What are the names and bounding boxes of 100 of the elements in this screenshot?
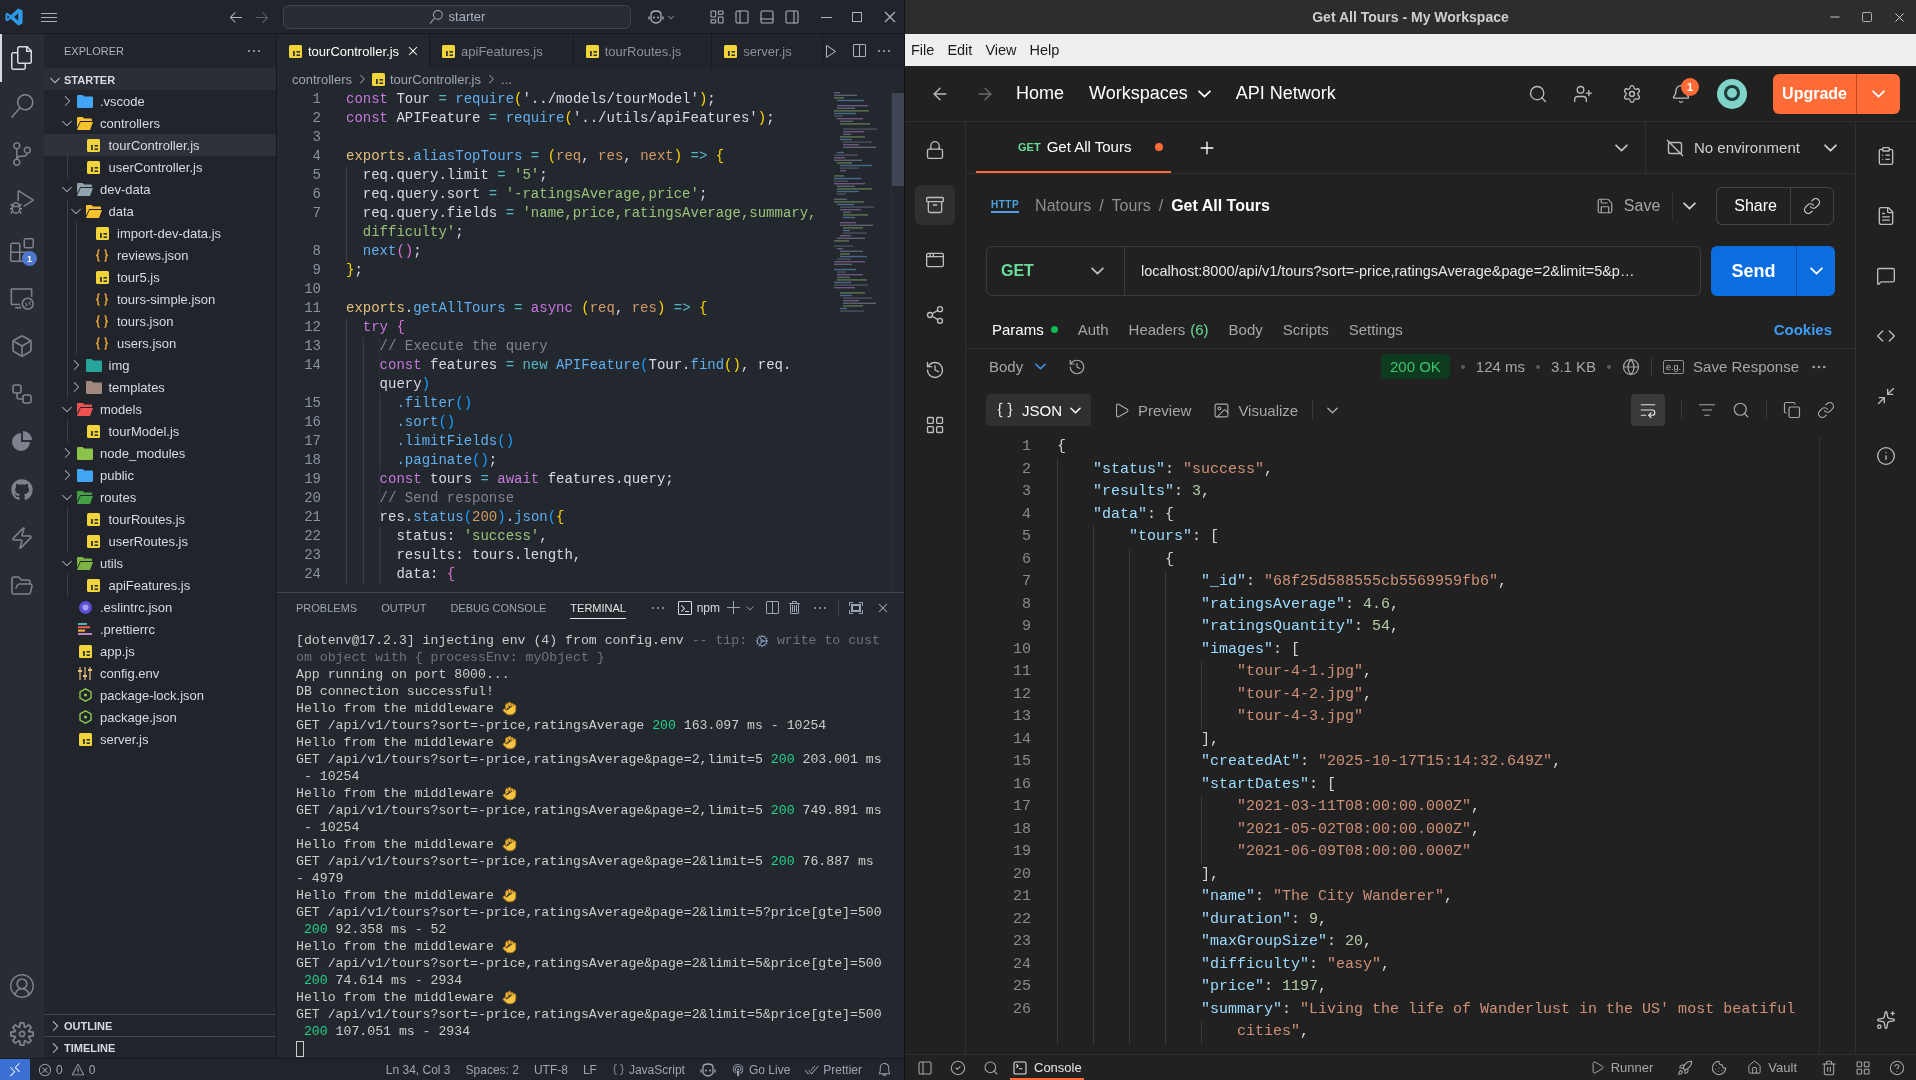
- nav-link[interactable]: API Network: [1235, 83, 1336, 104]
- save-button[interactable]: Save: [1595, 197, 1673, 215]
- tree-item[interactable]: .eslintrc.json: [44, 596, 276, 618]
- avatar-icon[interactable]: [1717, 78, 1748, 109]
- invite-user-icon[interactable]: [1573, 83, 1594, 104]
- robot-face-icon[interactable]: [699, 1062, 716, 1077]
- tree-item[interactable]: models: [44, 398, 276, 420]
- cookie-icon[interactable]: [1711, 1059, 1728, 1076]
- maximize-icon[interactable]: [1861, 11, 1873, 23]
- remote-monitor-icon[interactable]: [10, 286, 34, 310]
- panel-tab[interactable]: PROBLEMS: [296, 597, 358, 619]
- search-field[interactable]: starter: [283, 4, 631, 29]
- connected-squares-icon[interactable]: [10, 382, 34, 406]
- logo-icon[interactable]: [5, 7, 23, 26]
- status-item[interactable]: LF: [582, 1062, 597, 1077]
- menu-item[interactable]: Help: [1029, 42, 1060, 58]
- sidebar-toggle-icon[interactable]: [917, 1059, 933, 1076]
- panel-tab[interactable]: OUTPUT: [381, 597, 427, 619]
- search-icon[interactable]: [10, 94, 34, 118]
- document-icon[interactable]: [1876, 206, 1896, 226]
- tree-item[interactable]: public: [44, 464, 276, 486]
- sidebar-button[interactable]: [915, 185, 955, 225]
- pie-icon[interactable]: [10, 430, 34, 454]
- nav-link[interactable]: Workspaces: [1089, 83, 1211, 104]
- tree-item[interactable]: routes: [44, 486, 276, 508]
- editor-tab[interactable]: server.js: [712, 34, 823, 68]
- request-section-tab[interactable]: Params: [992, 320, 1058, 338]
- tree-item[interactable]: .vscode: [44, 90, 276, 112]
- tree-item[interactable]: node_modules: [44, 442, 276, 464]
- tree-item[interactable]: package-lock.json: [44, 684, 276, 706]
- status-item[interactable]: Ln 34, Col 3: [385, 1062, 451, 1077]
- run-debug-icon[interactable]: [10, 190, 34, 214]
- tree-item[interactable]: apiFeatures.js: [44, 574, 276, 596]
- tree-item[interactable]: tourModel.js: [44, 420, 276, 442]
- help-icon[interactable]: [1889, 1059, 1905, 1076]
- share-button[interactable]: Share: [1716, 187, 1790, 225]
- tree-item[interactable]: package.json: [44, 706, 276, 728]
- github-icon[interactable]: [11, 479, 33, 501]
- tree-item[interactable]: reviews.json: [44, 244, 276, 266]
- breadcrumb-item[interactable]: Tours: [1111, 197, 1151, 215]
- tree-item[interactable]: userController.js: [44, 156, 276, 178]
- sidebar-toggle-icon[interactable]: [734, 8, 750, 25]
- cube-icon[interactable]: [10, 334, 34, 358]
- panel-toggle-icon[interactable]: [759, 8, 775, 25]
- info-icon[interactable]: [1876, 446, 1896, 466]
- folder-header[interactable]: STARTER: [44, 68, 276, 90]
- vault-button[interactable]: Vault: [1745, 1055, 1799, 1080]
- tree-item[interactable]: tours.json: [44, 310, 276, 332]
- tree-item[interactable]: controllers: [44, 112, 276, 134]
- scrollbar-thumb[interactable]: [892, 93, 904, 186]
- tree-item[interactable]: tourRoutes.js: [44, 508, 276, 530]
- files-icon[interactable]: [10, 46, 34, 70]
- tree-item[interactable]: data: [44, 200, 276, 222]
- request-section-tab[interactable]: Settings: [1348, 320, 1403, 338]
- tree-item[interactable]: userRoutes.js: [44, 530, 276, 552]
- tree-item[interactable]: .prettierrc: [44, 618, 276, 640]
- tree-item[interactable]: tour5.js: [44, 266, 276, 288]
- folder-icon[interactable]: [10, 574, 34, 598]
- send-button[interactable]: Send: [1711, 246, 1796, 296]
- check-circle-icon[interactable]: [950, 1059, 966, 1076]
- filter-icon[interactable]: [1698, 401, 1716, 419]
- status-item[interactable]: Go Live: [730, 1062, 791, 1077]
- method-select[interactable]: GET: [987, 247, 1125, 295]
- wrap-lines-button[interactable]: [1631, 394, 1665, 426]
- sidebar-toggle-icon[interactable]: [784, 8, 800, 25]
- upgrade-menu-button[interactable]: [1856, 73, 1900, 114]
- chevron-icon[interactable]: [1327, 406, 1339, 414]
- status-item[interactable]: Spaces: 2: [465, 1062, 519, 1077]
- console-button[interactable]: Console: [1010, 1055, 1084, 1080]
- menu-item[interactable]: Edit: [947, 42, 973, 58]
- editor-tab[interactable]: apiFeatures.js: [430, 34, 574, 68]
- tree-item[interactable]: tours-simple.json: [44, 288, 276, 310]
- status-item[interactable]: Prettier: [805, 1062, 862, 1077]
- request-section-tab[interactable]: Auth: [1077, 320, 1109, 338]
- tree-item[interactable]: templates: [44, 376, 276, 398]
- problems-status[interactable]: 0 0: [38, 1062, 96, 1077]
- grid-icon[interactable]: [1855, 1059, 1871, 1076]
- bell-icon[interactable]: [1671, 83, 1692, 104]
- trash-icon[interactable]: [1821, 1059, 1837, 1076]
- runner-button[interactable]: Runner: [1587, 1055, 1656, 1080]
- breadcrumb-item[interactable]: tourController.js: [371, 71, 481, 87]
- environment-select[interactable]: No environment: [1645, 122, 1855, 173]
- tree-item[interactable]: server.js: [44, 728, 276, 750]
- status-item[interactable]: UTF-8: [533, 1062, 568, 1077]
- chevron-icon[interactable]: [1615, 143, 1628, 152]
- editor-tab[interactable]: tourRoutes.js: [573, 34, 713, 68]
- tree-item[interactable]: users.json: [44, 332, 276, 354]
- settings-icon[interactable]: [1622, 83, 1643, 104]
- status-item[interactable]: JavaScript: [611, 1062, 685, 1077]
- branch-icon[interactable]: [10, 142, 34, 166]
- search-icon[interactable]: [1732, 401, 1750, 419]
- layout-icon[interactable]: [709, 8, 725, 25]
- tree-item[interactable]: utils: [44, 552, 276, 574]
- cookies-link[interactable]: Cookies: [1773, 320, 1832, 338]
- globe-icon[interactable]: [1622, 357, 1641, 376]
- arrows-icon[interactable]: [1876, 386, 1896, 406]
- plus-icon[interactable]: [726, 600, 742, 616]
- format-select[interactable]: JSON: [986, 394, 1091, 426]
- tree-item[interactable]: import-dev-data.js: [44, 222, 276, 244]
- copy-icon[interactable]: [1783, 401, 1801, 419]
